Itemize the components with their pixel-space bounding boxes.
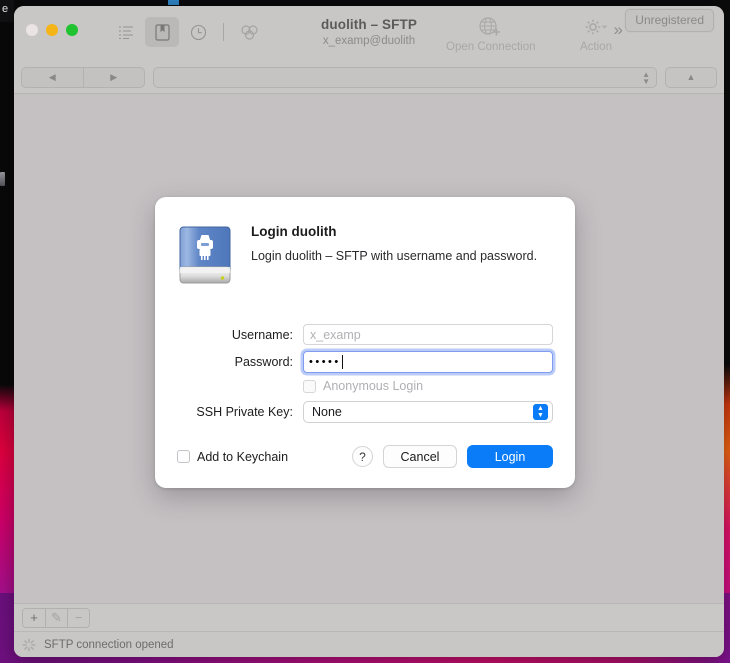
outline-list-icon [118, 25, 133, 39]
outline-list-icon-button[interactable] [109, 17, 143, 47]
action-label: Action [580, 41, 612, 53]
login-dialog-description: Login duolith – SFTP with username and p… [251, 249, 538, 263]
login-dialog-title: Login duolith [251, 224, 337, 239]
login-button[interactable]: Login [467, 445, 553, 468]
navigate-back-button[interactable]: ◀ [22, 68, 83, 87]
login-dialog-footer: Add to Keychain ? Cancel Login [177, 445, 553, 468]
network-drive-icon [177, 219, 233, 294]
username-label: Username: [231, 327, 293, 342]
globe-plus-icon [446, 14, 534, 40]
minimize-window-button[interactable] [46, 24, 58, 36]
dialog-button-group: ? Cancel Login [352, 445, 553, 468]
bookmarks-icon-button[interactable] [145, 17, 179, 47]
traffic-lights [26, 24, 78, 36]
ssh-private-key-select[interactable]: None ▲ ▼ [303, 401, 553, 423]
parent-folder-button[interactable]: ▲ [665, 66, 717, 88]
chevron-updown-icon[interactable]: ▲ ▼ [533, 404, 548, 420]
username-input[interactable] [303, 324, 553, 345]
toolbar-divider [223, 23, 224, 41]
path-stepper-icon[interactable]: ▲ ▼ [642, 70, 650, 85]
bookmark-toolbar: + ✎ − [14, 603, 724, 631]
cancel-button[interactable]: Cancel [383, 445, 457, 468]
password-masked-value: ••••• [309, 355, 341, 368]
window-titlebar[interactable]: duolith – SFTP x_examp@duolith Open Conn… [14, 6, 724, 61]
history-clock-icon-button[interactable] [181, 17, 215, 47]
toolbar-right-group: Open Connection Action [446, 14, 640, 53]
add-to-keychain-checkbox[interactable] [177, 450, 190, 463]
status-bar: SFTP connection opened [14, 631, 724, 657]
open-connection-button[interactable]: Open Connection [446, 14, 536, 53]
window-top-accent [168, 0, 179, 5]
login-dialog: Login duolith Login duolith – SFTP with … [155, 197, 575, 488]
dock-fragment-icon[interactable] [0, 172, 5, 186]
login-form: Username: Password: ••••• Anonymous Logi… [177, 324, 553, 423]
password-input[interactable]: ••••• [303, 351, 553, 373]
toolbar-left-icon-group [109, 17, 266, 47]
anonymous-login-label: Anonymous Login [323, 379, 424, 393]
anonymous-login-checkbox[interactable] [303, 379, 316, 393]
username-row: Username: [177, 324, 553, 345]
help-button[interactable]: ? [352, 446, 373, 467]
history-clock-icon [190, 24, 206, 40]
ssh-private-key-label: SSH Private Key: [196, 405, 293, 419]
remove-bookmark-button[interactable]: − [67, 608, 89, 627]
bookmark-button-group: + ✎ − [22, 607, 90, 628]
edit-bookmark-button[interactable]: ✎ [45, 608, 67, 627]
unregistered-badge-button[interactable]: Unregistered [625, 9, 714, 32]
bonjour-icon [240, 24, 258, 40]
toolbar-overflow-button[interactable]: » [614, 20, 624, 40]
history-nav-segmented-control: ◀ ▶ [21, 66, 145, 88]
close-window-button[interactable] [26, 24, 38, 36]
add-bookmark-button[interactable]: + [23, 608, 45, 627]
menu-bar-fragment-text: e [2, 3, 9, 15]
bookmarks-icon [154, 23, 170, 41]
password-label: Password: [234, 355, 293, 369]
open-connection-label: Open Connection [446, 41, 536, 53]
menu-bar-fragment: e [0, 0, 14, 22]
login-dialog-header: Login duolith Login duolith – SFTP with … [177, 219, 553, 294]
ssh-private-key-row: SSH Private Key: None ▲ ▼ [177, 401, 553, 423]
text-caret [341, 355, 343, 369]
add-to-keychain-label: Add to Keychain [197, 449, 289, 464]
anonymous-login-row: Anonymous Login [177, 379, 553, 393]
maximize-window-button[interactable] [66, 24, 78, 36]
status-message: SFTP connection opened [44, 638, 174, 651]
add-to-keychain-row: Add to Keychain [177, 450, 288, 464]
login-dialog-text: Login duolith Login duolith – SFTP with … [251, 219, 537, 294]
password-row: Password: ••••• [177, 351, 553, 373]
ssh-private-key-value: None [312, 405, 342, 419]
loading-spinner-icon [22, 638, 36, 651]
bonjour-icon-button[interactable] [232, 17, 266, 47]
path-combobox[interactable]: ▲ ▼ [153, 66, 657, 88]
navigation-bar: ◀ ▶ ▲ ▼ ▲ [14, 61, 724, 94]
navigate-forward-button[interactable]: ▶ [82, 67, 145, 87]
